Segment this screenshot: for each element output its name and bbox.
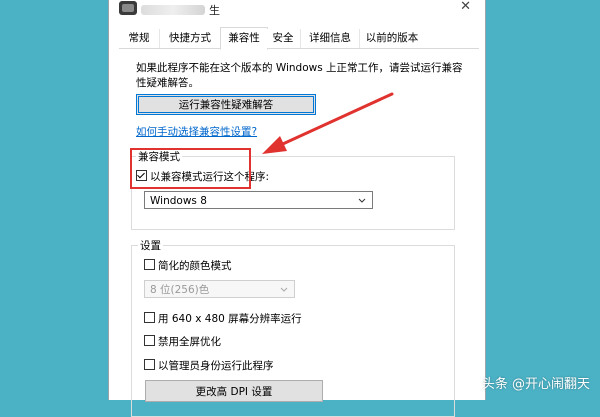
tab-details[interactable]: 详细信息 bbox=[300, 29, 359, 48]
resolution-box[interactable] bbox=[144, 312, 155, 323]
annotation-highlight-box bbox=[130, 148, 251, 189]
color-mode-value: 8 位(256)色 bbox=[150, 284, 210, 296]
blurred-window-title bbox=[141, 5, 205, 15]
tab-shortcut[interactable]: 快捷方式 bbox=[159, 29, 220, 48]
tab-general[interactable]: 常规 bbox=[119, 29, 159, 48]
reduced-color-label: 简化的颜色模式 bbox=[158, 260, 232, 272]
chevron-down-icon bbox=[358, 198, 366, 203]
tab-strip: 常规 快捷方式 兼容性 安全 详细信息 以前的版本 bbox=[119, 27, 479, 50]
run-troubleshooter-button[interactable]: 运行兼容性疑难解答 bbox=[136, 94, 316, 115]
disable-fullscreen-checkbox[interactable]: 禁用全屏优化 bbox=[144, 334, 221, 349]
tab-security[interactable]: 安全 bbox=[267, 29, 299, 48]
change-dpi-button[interactable]: 更改高 DPI 设置 bbox=[145, 380, 323, 402]
manual-settings-link[interactable]: 如何手动选择兼容性设置? bbox=[136, 124, 257, 139]
resolution-label: 用 640 x 480 屏幕分辨率运行 bbox=[158, 313, 302, 325]
title-bar: 生 ✕ bbox=[109, 0, 485, 22]
run-as-admin-box[interactable] bbox=[144, 359, 155, 370]
tab-previous-versions[interactable]: 以前的版本 bbox=[359, 29, 424, 48]
tab-compatibility[interactable]: 兼容性 bbox=[220, 27, 268, 50]
reduced-color-checkbox[interactable]: 简化的颜色模式 bbox=[144, 258, 232, 273]
close-icon[interactable]: ✕ bbox=[460, 0, 471, 14]
run-as-admin-label: 以管理员身份运行此程序 bbox=[158, 360, 274, 372]
os-version-dropdown[interactable]: Windows 8 bbox=[144, 191, 373, 209]
disable-fullscreen-label: 禁用全屏优化 bbox=[158, 336, 221, 348]
app-icon bbox=[119, 1, 137, 15]
chevron-down-icon bbox=[280, 287, 288, 292]
reduced-color-box[interactable] bbox=[144, 259, 155, 270]
color-mode-dropdown: 8 位(256)色 bbox=[144, 280, 295, 298]
resolution-checkbox[interactable]: 用 640 x 480 屏幕分辨率运行 bbox=[144, 311, 302, 326]
settings-legend: 设置 bbox=[138, 238, 163, 253]
properties-dialog: 生 ✕ 常规 快捷方式 兼容性 安全 详细信息 以前的版本 如果此程序不能在这个… bbox=[108, 0, 486, 417]
window-title: 生 bbox=[209, 4, 220, 17]
os-version-value: Windows 8 bbox=[150, 195, 207, 207]
run-as-admin-checkbox[interactable]: 以管理员身份运行此程序 bbox=[144, 358, 274, 373]
watermark: 头条 @开心闹翻天 bbox=[481, 377, 590, 392]
disable-fullscreen-box[interactable] bbox=[144, 335, 155, 346]
compat-description: 如果此程序不能在这个版本的 Windows 上正常工作，请尝试运行兼容性疑难解答… bbox=[136, 62, 463, 89]
